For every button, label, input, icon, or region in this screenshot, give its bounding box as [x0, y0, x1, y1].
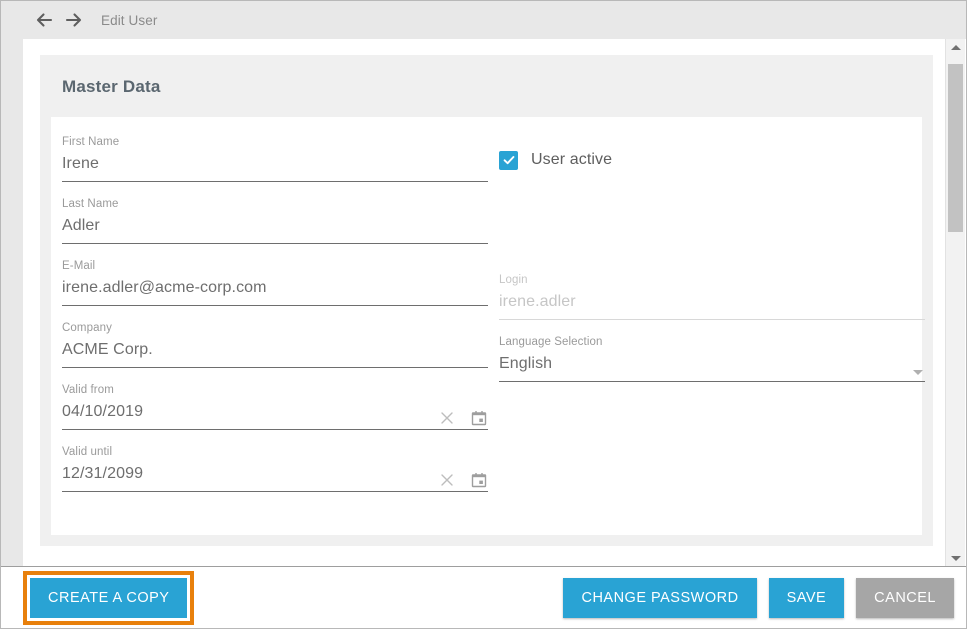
save-button[interactable]: SAVE [769, 578, 845, 618]
field-underline [62, 181, 488, 182]
scroll-down-arrow-icon[interactable] [946, 550, 965, 567]
calendar-icon[interactable] [470, 409, 488, 427]
valid-from-input[interactable] [62, 399, 488, 425]
chevron-down-icon[interactable] [913, 370, 923, 375]
valid-from-icons [438, 409, 488, 427]
field-label: Valid until [62, 445, 488, 461]
user-active-checkbox[interactable] [499, 151, 518, 170]
field-first-name[interactable]: First Name [62, 135, 488, 197]
company-input[interactable] [62, 337, 488, 363]
field-company[interactable]: Company [62, 321, 488, 383]
forward-arrow-icon[interactable] [63, 9, 85, 31]
create-a-copy-button[interactable]: CREATE A COPY [30, 578, 187, 618]
field-label: Company [62, 321, 488, 337]
create-copy-highlight: CREATE A COPY [23, 571, 194, 625]
last-name-input[interactable] [62, 213, 488, 239]
clear-icon[interactable] [438, 409, 456, 427]
field-label: Last Name [62, 197, 488, 213]
breadcrumb-title: Edit User [101, 13, 157, 28]
footer-action-bar: CREATE A COPY CHANGE PASSWORD SAVE CANCE… [1, 566, 966, 628]
user-active-label: User active [531, 151, 612, 169]
clear-icon[interactable] [438, 471, 456, 489]
back-arrow-icon[interactable] [33, 9, 55, 31]
field-underline [499, 319, 925, 320]
field-label: Valid from [62, 383, 488, 399]
left-column: First Name Last Name E-Mail [51, 135, 488, 507]
checkmark-icon [502, 153, 516, 167]
field-login: Login [499, 273, 925, 335]
panel-body: First Name Last Name E-Mail [51, 117, 922, 535]
field-underline [499, 381, 925, 382]
field-underline [62, 491, 488, 492]
change-password-button[interactable]: CHANGE PASSWORD [563, 578, 756, 618]
panel-title: Master Data [40, 55, 933, 117]
email-input[interactable] [62, 275, 488, 301]
field-label: E-Mail [62, 259, 488, 275]
form-scroll-area: Master Data First Name Last Name [23, 39, 966, 567]
field-label: First Name [62, 135, 488, 151]
field-underline [62, 429, 488, 430]
first-name-input[interactable] [62, 151, 488, 177]
login-input [499, 289, 925, 315]
field-valid-until[interactable]: Valid until [62, 445, 488, 507]
right-column: User active Login Language Selection [488, 135, 925, 507]
field-language-selection[interactable]: Language Selection [499, 335, 925, 397]
vertical-scrollbar[interactable] [945, 39, 965, 567]
cancel-button[interactable]: CANCEL [856, 578, 954, 618]
field-underline [62, 367, 488, 368]
top-navigation-bar: Edit User [1, 1, 966, 39]
field-label: Login [499, 273, 925, 289]
master-data-panel: Master Data First Name Last Name [40, 55, 933, 546]
field-last-name[interactable]: Last Name [62, 197, 488, 259]
field-valid-from[interactable]: Valid from [62, 383, 488, 445]
calendar-icon[interactable] [470, 471, 488, 489]
user-active-checkbox-row[interactable]: User active [499, 145, 925, 175]
scrollbar-thumb[interactable] [948, 64, 963, 232]
valid-until-icons [438, 471, 488, 489]
edit-user-screen: Edit User Master Data First Name Last Na… [0, 0, 967, 629]
language-selection-input[interactable] [499, 351, 925, 377]
field-underline [62, 305, 488, 306]
field-email[interactable]: E-Mail [62, 259, 488, 321]
field-label: Language Selection [499, 335, 925, 351]
valid-until-input[interactable] [62, 461, 488, 487]
field-underline [62, 243, 488, 244]
scroll-up-arrow-icon[interactable] [946, 39, 965, 56]
